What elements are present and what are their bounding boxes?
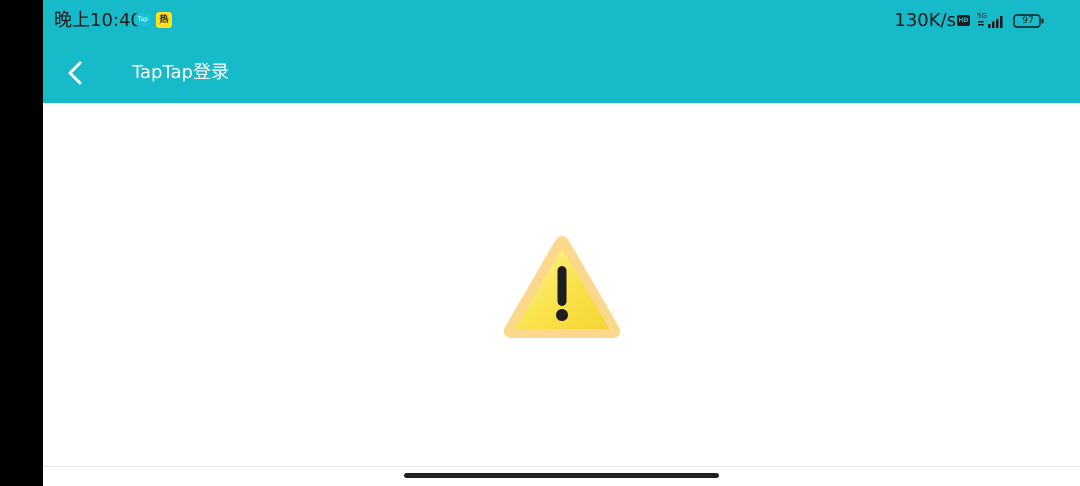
status-time: 晚上10:40 [54,10,142,31]
warning-icon [503,236,621,338]
hd-voice-icon: HD [957,15,970,26]
network-speed: 130K/s [894,10,956,31]
status-bar: 晚上10:40 Tap 热 130K/s HD 5G 97 [43,0,1080,42]
exclamation-dot [556,309,568,321]
cellular-signal-icon: 5G [977,12,1003,28]
home-indicator[interactable] [404,473,719,478]
page-title: TapTap登录 [132,62,229,83]
screen: 晚上10:40 Tap 热 130K/s HD 5G 97 TapTap登录 [43,0,1080,486]
app-bar: 晚上10:40 Tap 热 130K/s HD 5G 97 TapTap登录 [43,0,1080,103]
exclamation-bar [557,266,567,306]
taptap-notification-label: Tap [137,16,149,23]
taptap-notification-icon: Tap [135,13,151,26]
network-type-label: 5G [977,12,987,20]
hot-notification-icon: 热 [156,12,172,28]
bottom-divider [43,466,1080,467]
back-button[interactable] [59,56,93,90]
chevron-left-icon [68,61,82,85]
battery-level: 97 [1022,16,1034,26]
